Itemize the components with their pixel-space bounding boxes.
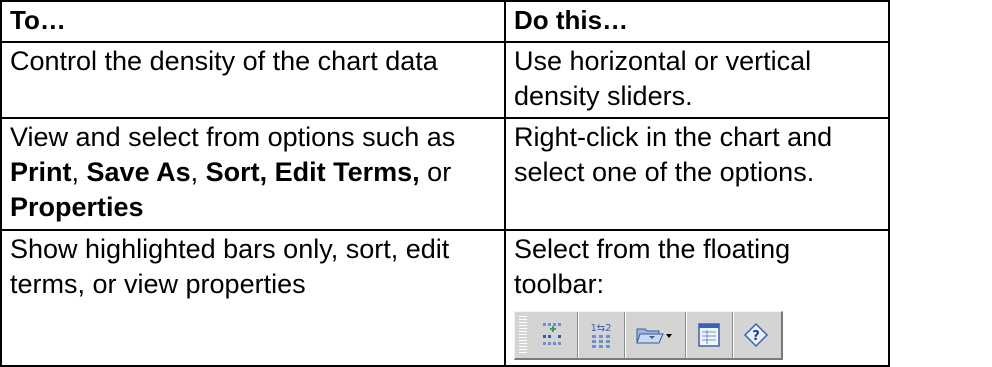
edit-terms-button[interactable] xyxy=(625,312,686,358)
properties-button[interactable] xyxy=(686,312,733,358)
properties-icon xyxy=(698,323,720,347)
row-1-do: Use horizontal or vertical density slide… xyxy=(504,41,890,119)
row-2-to: View and select from options such as Pri… xyxy=(0,117,506,231)
floating-toolbar: 1⇆2 ? xyxy=(514,311,783,360)
row-3-do: Select from the floating toolbar: 1⇆2 ? xyxy=(504,229,890,367)
table-header-row: To… Do this… xyxy=(0,0,890,43)
row-2-do: Right-click in the chart and select one … xyxy=(504,117,890,231)
row-1-to: Control the density of the chart data xyxy=(0,41,506,119)
highlighted-bars-button[interactable] xyxy=(531,312,578,358)
table-row: Control the density of the chart data Us… xyxy=(0,41,890,119)
sort-edit-terms-label: Sort, Edit Terms, xyxy=(205,157,420,187)
row-3-do-text: Select from the floating toolbar: xyxy=(514,234,791,299)
highlighted-bars-icon xyxy=(543,323,561,345)
edit-terms-folder-icon xyxy=(636,328,672,344)
svg-text:1⇆2: 1⇆2 xyxy=(590,323,611,334)
header-to: To… xyxy=(0,0,506,43)
table-row: View and select from options such as Pri… xyxy=(0,117,890,231)
print-label: Print xyxy=(10,157,72,187)
separator-2: , xyxy=(190,157,206,187)
sort-button[interactable]: 1⇆2 xyxy=(578,312,625,358)
save-as-label: Save As xyxy=(86,157,191,187)
help-icon: ? xyxy=(743,322,769,348)
svg-text:?: ? xyxy=(752,329,760,344)
toolbar-grip[interactable] xyxy=(519,316,527,354)
row-3-to: Show highlighted bars only, sort, edit t… xyxy=(0,229,506,367)
help-button[interactable]: ? xyxy=(733,312,779,358)
table-row: Show highlighted bars only, sort, edit t… xyxy=(0,229,890,367)
separator-1: , xyxy=(71,157,87,187)
properties-label: Properties xyxy=(10,192,144,222)
header-do-this: Do this… xyxy=(504,0,890,43)
instruction-table: To… Do this… Control the density of the … xyxy=(0,0,890,367)
separator-3: or xyxy=(419,157,452,187)
row-2-to-text: View and select from options such as xyxy=(10,122,456,152)
sort-icon: 1⇆2 xyxy=(590,323,612,348)
